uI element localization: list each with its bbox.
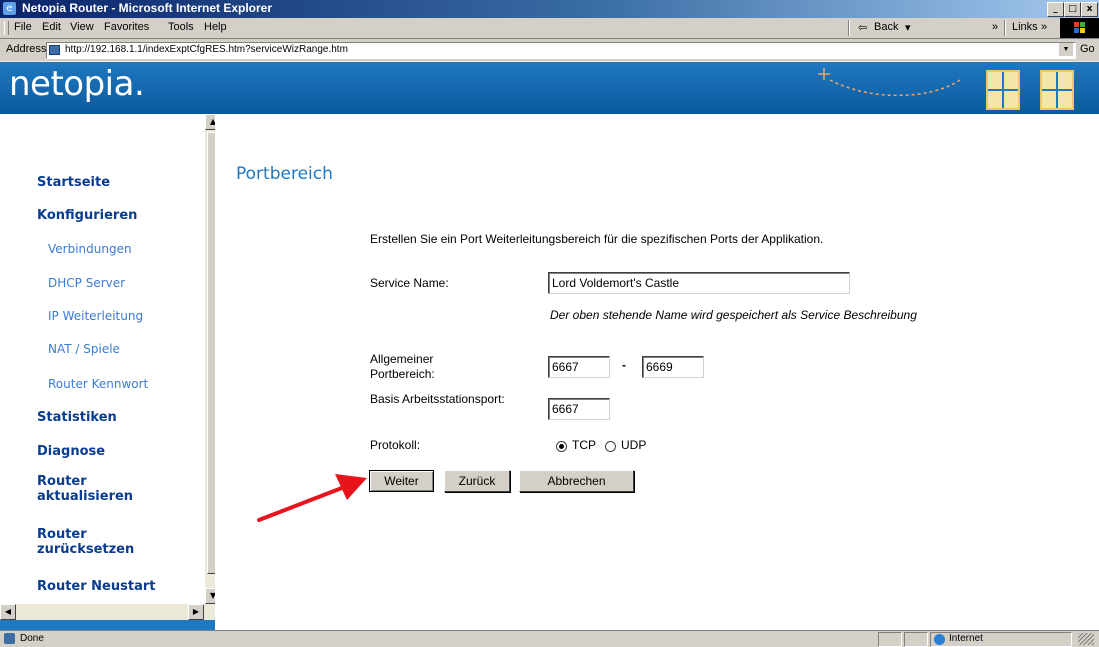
address-url: http://192.168.1.1/indexExptCfgRES.htm?s…: [65, 44, 348, 55]
menu-edit[interactable]: Edit: [42, 21, 61, 33]
nav-router-kennwort[interactable]: Router Kennwort: [48, 377, 148, 391]
window-title-bar: e Netopia Router - Microsoft Internet Ex…: [0, 0, 1099, 18]
page-content: netopia. Startseite Konfigurieren Verbin…: [0, 62, 1099, 630]
zone-label: Internet: [949, 633, 983, 644]
scroll-right-icon[interactable]: ▶: [188, 604, 204, 620]
status-pane: [904, 632, 928, 647]
port-range-label: Allgemeiner Portbereich:: [370, 352, 435, 381]
weiter-button[interactable]: Weiter: [369, 470, 434, 492]
security-zone-pane: Internet: [930, 632, 1072, 647]
protocol-tcp-label: TCP: [572, 438, 596, 452]
nav-router-neustart[interactable]: Router Neustart: [37, 579, 155, 594]
resize-grip[interactable]: [1078, 633, 1094, 645]
service-name-input[interactable]: Lord Voldemort's Castle: [548, 272, 850, 294]
abbrechen-button[interactable]: Abbrechen: [519, 470, 634, 492]
menu-file[interactable]: File: [14, 21, 32, 33]
intro-text: Erstellen Sie ein Port Weiterleitungsber…: [370, 232, 824, 246]
address-dropdown-icon[interactable]: ▼: [1059, 43, 1073, 56]
address-label: Address: [6, 43, 47, 55]
toolbar-separator: [848, 20, 850, 36]
protocol-udp-label: UDP: [621, 438, 647, 452]
links-chevron-icon[interactable]: »: [1041, 21, 1047, 33]
page-icon: [49, 45, 60, 55]
status-text: Done: [20, 633, 44, 644]
close-button[interactable]: x: [1081, 2, 1098, 17]
window-title: Netopia Router - Microsoft Internet Expl…: [22, 1, 273, 15]
base-port-label: Basis Arbeitsstationsport:: [370, 392, 505, 406]
links-toolbar[interactable]: Links: [1012, 21, 1038, 33]
maximize-button[interactable]: □: [1064, 2, 1081, 17]
protocol-tcp-radio[interactable]: [556, 441, 567, 452]
scroll-up-icon[interactable]: ▲: [205, 114, 215, 130]
menu-tools[interactable]: Tools: [168, 21, 194, 33]
menu-view[interactable]: View: [70, 21, 94, 33]
service-note: Der oben stehende Name wird gespeichert …: [550, 308, 917, 322]
page-title: Portbereich: [236, 164, 333, 184]
nav-konfigurieren[interactable]: Konfigurieren: [37, 208, 137, 223]
sidebar-horizontal-scrollbar[interactable]: ◀ ▶: [0, 604, 215, 620]
netopia-logo: netopia.: [9, 64, 145, 104]
toolbar-separator: [1004, 20, 1006, 36]
window-decoration-icon: [1040, 70, 1074, 110]
status-bar: Done Internet: [0, 630, 1099, 647]
protocol-udp-radio[interactable]: [605, 441, 616, 452]
nav-statistiken[interactable]: Statistiken: [37, 410, 117, 425]
nav-ip-weiterleitung[interactable]: IP Weiterleitung: [48, 309, 143, 323]
nav-nat-spiele[interactable]: NAT / Spiele: [48, 342, 120, 356]
status-pane: [878, 632, 902, 647]
nav-diagnose[interactable]: Diagnose: [37, 444, 105, 459]
window-decoration-icon: [986, 70, 1020, 110]
service-name-label: Service Name:: [370, 276, 449, 290]
base-port-input[interactable]: 6667: [548, 398, 610, 420]
nav-dhcp-server[interactable]: DHCP Server: [48, 276, 125, 290]
minimize-button[interactable]: _: [1047, 2, 1064, 17]
menu-bar: File Edit View Favorites Tools Help ⇦ Ba…: [0, 18, 1099, 39]
scroll-left-icon[interactable]: ◀: [0, 604, 16, 620]
zurueck-button[interactable]: Zurück: [444, 470, 510, 492]
sidebar: Startseite Konfigurieren Verbindungen DH…: [0, 114, 215, 630]
port-range-separator: -: [622, 358, 626, 372]
globe-icon: [934, 634, 945, 645]
nav-router-aktualisieren[interactable]: Router aktualisieren: [37, 474, 137, 504]
address-input[interactable]: http://192.168.1.1/indexExptCfgRES.htm?s…: [46, 42, 1076, 59]
menu-help[interactable]: Help: [204, 21, 227, 33]
sidebar-nav: Startseite Konfigurieren Verbindungen DH…: [0, 114, 205, 604]
ie-icon: e: [3, 2, 16, 15]
port-range-start-input[interactable]: 6667: [548, 356, 610, 378]
go-button[interactable]: Go: [1080, 43, 1095, 55]
port-range-end-input[interactable]: 6669: [642, 356, 704, 378]
address-bar: Address http://192.168.1.1/indexExptCfgR…: [0, 39, 1099, 61]
back-button[interactable]: Back: [874, 21, 898, 33]
nav-router-zuruecksetzen[interactable]: Router zurücksetzen: [37, 527, 147, 557]
scrollbar-thumb[interactable]: [207, 132, 215, 574]
windows-logo-icon: [1060, 18, 1099, 38]
protocol-label: Protokoll:: [370, 438, 421, 452]
kite-decoration-icon: [818, 68, 961, 97]
netopia-banner: netopia.: [0, 62, 1099, 114]
red-arrow-annotation-icon: [257, 474, 367, 522]
scroll-down-icon[interactable]: ▼: [205, 588, 215, 604]
nav-startseite[interactable]: Startseite: [37, 175, 110, 190]
back-dropdown-icon[interactable]: ▾: [905, 21, 911, 34]
toolbar-chevron-icon[interactable]: »: [992, 21, 998, 33]
menu-favorites[interactable]: Favorites: [104, 21, 149, 33]
ie-page-icon: [4, 633, 15, 644]
nav-verbindungen[interactable]: Verbindungen: [48, 242, 132, 256]
back-arrow-icon[interactable]: ⇦: [858, 21, 867, 34]
toolbar-grip: [4, 21, 9, 35]
